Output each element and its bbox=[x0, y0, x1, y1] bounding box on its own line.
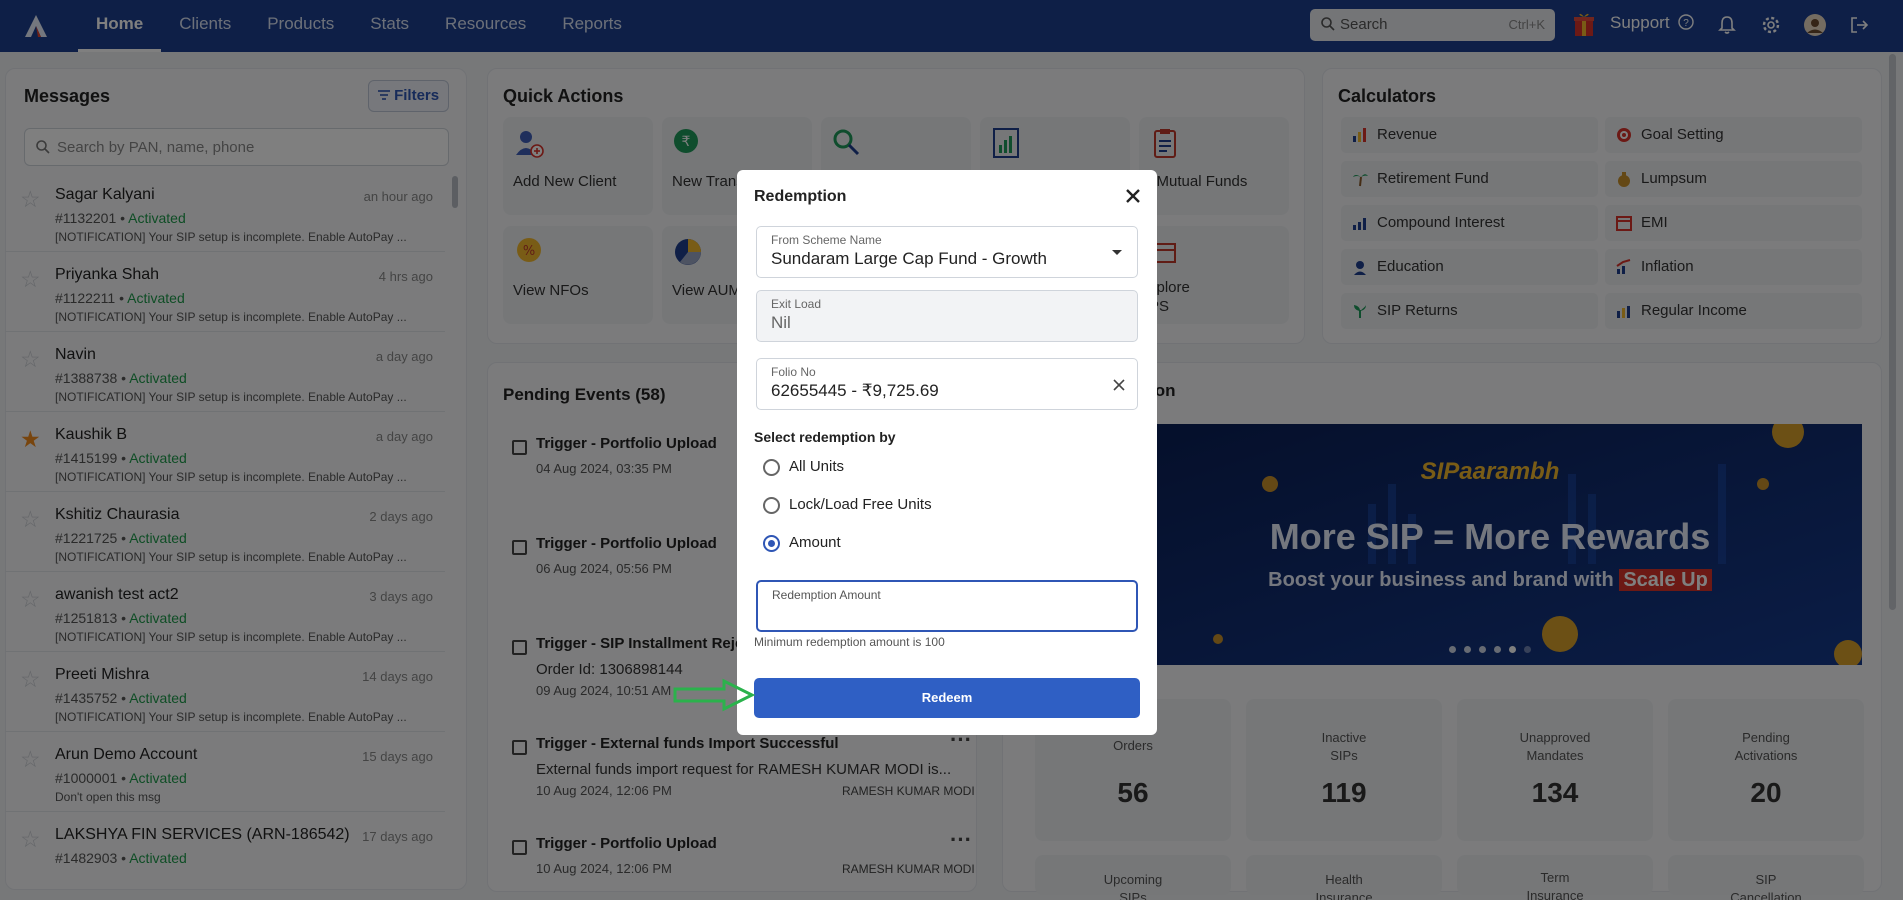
exit-load-field: Exit Load Nil bbox=[756, 290, 1138, 342]
redemption-by-label: Select redemption by bbox=[754, 429, 896, 445]
radio-button[interactable] bbox=[763, 459, 780, 476]
scheme-label: From Scheme Name bbox=[771, 233, 882, 247]
scheme-select[interactable]: From Scheme Name Sundaram Large Cap Fund… bbox=[756, 226, 1138, 278]
annotation-arrow-icon bbox=[673, 678, 756, 712]
amount-label: Redemption Amount bbox=[772, 588, 881, 602]
radio-label: Amount bbox=[789, 534, 841, 551]
radio-button[interactable] bbox=[763, 497, 780, 514]
folio-label: Folio No bbox=[771, 365, 816, 379]
close-icon[interactable] bbox=[1123, 186, 1143, 206]
clear-icon[interactable] bbox=[1113, 379, 1125, 391]
exit-load-value: Nil bbox=[771, 313, 791, 332]
exit-load-label: Exit Load bbox=[771, 297, 822, 311]
radio-label: Lock/Load Free Units bbox=[789, 496, 932, 513]
folio-select[interactable]: Folio No 62655445 - ₹9,725.69 bbox=[756, 358, 1138, 410]
radio-button-selected[interactable] bbox=[763, 535, 780, 552]
chevron-down-icon[interactable] bbox=[1111, 249, 1123, 257]
redeem-button[interactable]: Redeem bbox=[754, 678, 1140, 718]
redemption-dialog: Redemption From Scheme Name Sundaram Lar… bbox=[737, 170, 1157, 735]
dialog-title: Redemption bbox=[754, 188, 847, 205]
folio-value: 62655445 - ₹9,725.69 bbox=[771, 381, 939, 400]
scheme-value: Sundaram Large Cap Fund - Growth bbox=[771, 249, 1047, 268]
redemption-amount-input[interactable]: Redemption Amount bbox=[756, 580, 1138, 632]
amount-hint: Minimum redemption amount is 100 bbox=[754, 635, 945, 649]
radio-label: All Units bbox=[789, 458, 845, 475]
